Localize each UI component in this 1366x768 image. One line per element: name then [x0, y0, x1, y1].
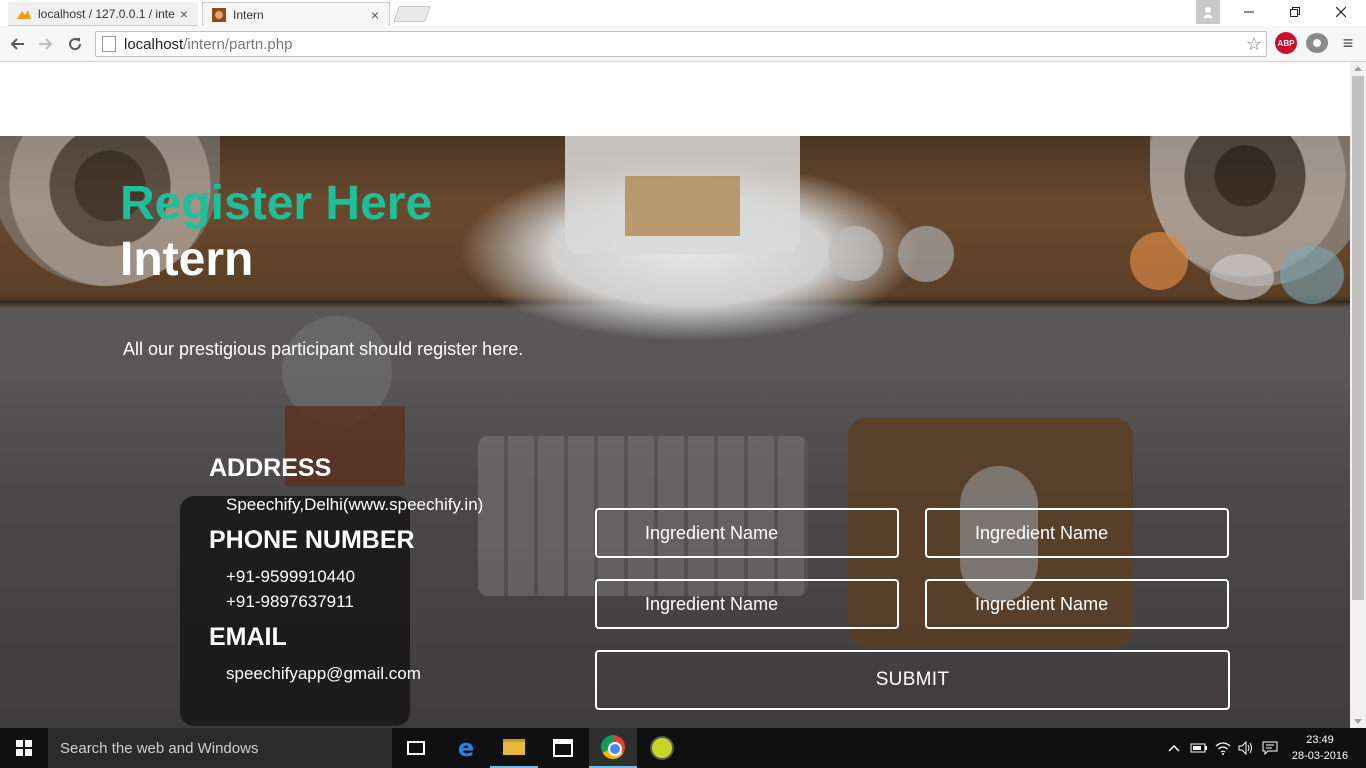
tab-intern[interactable]: Intern × [202, 2, 390, 26]
email-text: speechifyapp@gmail.com [226, 664, 421, 683]
windows-taskbar: Search the web and Windows e 23:49 28-03… [0, 728, 1366, 768]
task-view-icon[interactable] [392, 728, 440, 768]
windows-logo-icon [16, 740, 32, 756]
edge-icon[interactable]: e [442, 728, 490, 768]
back-arrow-icon[interactable] [5, 32, 29, 56]
store-icon[interactable] [539, 728, 587, 768]
address-bar[interactable]: localhost/intern/partn.php ☆ [95, 31, 1267, 57]
email-heading: EMAIL [209, 623, 287, 651]
close-tab-icon[interactable]: × [367, 7, 383, 23]
ingredient-name-input[interactable] [925, 508, 1229, 558]
background-coin [898, 226, 954, 282]
chrome-icon[interactable] [589, 728, 637, 768]
reload-icon[interactable] [63, 32, 87, 56]
url-path: /intern/partn.php [183, 35, 293, 53]
ingredient-name-input[interactable] [595, 579, 899, 629]
submit-button[interactable]: SUBMIT [595, 650, 1230, 710]
close-tab-icon[interactable]: × [176, 6, 192, 22]
eye-extension-icon[interactable] [1306, 33, 1328, 53]
close-window-icon[interactable] [1324, 0, 1358, 24]
page-title: Register Here [120, 177, 433, 230]
url-host: localhost [124, 35, 184, 53]
background-toy [1210, 254, 1274, 300]
page-scrollbar[interactable] [1350, 62, 1366, 728]
page-description: All our prestigious participant should r… [123, 339, 524, 359]
clock-time: 23:49 [1306, 734, 1334, 746]
background-toy [1280, 246, 1344, 304]
background-coin [828, 226, 883, 281]
forward-arrow-icon[interactable] [34, 32, 58, 56]
chevron-up-icon[interactable] [1164, 728, 1184, 768]
tab-title: localhost / 127.0.0.1 / inte [38, 6, 175, 21]
address-text: Speechify,Delhi(www.speechify.in) [226, 495, 484, 514]
start-button[interactable] [0, 728, 48, 768]
taskbar-clock[interactable]: 23:49 28-03-2016 [1284, 732, 1356, 764]
hero-section: Register Here Intern All our prestigious… [0, 136, 1350, 728]
browser-toolbar: localhost/intern/partn.php ☆ ABP ≡ [0, 26, 1366, 62]
scrollbar-thumb[interactable] [1352, 76, 1364, 600]
minimize-icon[interactable] [1232, 0, 1266, 24]
volume-icon[interactable] [1236, 728, 1256, 768]
wifi-icon[interactable] [1212, 728, 1234, 768]
browser-tab-strip: localhost / 127.0.0.1 / inte × Intern × [0, 0, 1366, 26]
user-profile-icon[interactable] [1196, 0, 1220, 24]
bookmark-star-icon[interactable]: ☆ [1246, 34, 1262, 55]
action-center-icon[interactable] [1258, 728, 1282, 768]
restore-icon[interactable] [1278, 0, 1312, 24]
scroll-down-arrow-icon[interactable] [1354, 719, 1362, 724]
page-icon [102, 36, 116, 52]
page-viewport: Register Here Intern All our prestigious… [0, 62, 1350, 728]
address-heading: ADDRESS [209, 454, 332, 482]
app-icon[interactable] [638, 728, 686, 768]
new-tab-button[interactable] [393, 6, 431, 22]
phone-number: +91-9897637911 [226, 592, 354, 611]
phpmyadmin-icon [17, 9, 31, 19]
scroll-up-arrow-icon[interactable] [1354, 66, 1362, 71]
clock-date: 28-03-2016 [1291, 750, 1349, 762]
page-subtitle: Intern [120, 233, 254, 286]
background-toy [1130, 232, 1188, 290]
battery-icon[interactable] [1187, 728, 1211, 768]
ingredient-name-input[interactable] [925, 579, 1229, 629]
tab-title: Intern [233, 7, 264, 22]
background-plaque [625, 176, 740, 236]
adblock-plus-icon[interactable]: ABP [1275, 32, 1297, 54]
phone-heading: PHONE NUMBER [209, 526, 415, 554]
page-favicon-icon [212, 7, 226, 22]
phone-number: +91-9599910440 [226, 567, 356, 586]
tab-phpmyadmin[interactable]: localhost / 127.0.0.1 / inte × [8, 2, 198, 26]
taskbar-search-box[interactable]: Search the web and Windows [48, 728, 392, 768]
menu-icon[interactable]: ≡ [1338, 33, 1358, 55]
file-explorer-icon[interactable] [490, 728, 538, 768]
ingredient-name-input[interactable] [595, 508, 899, 558]
